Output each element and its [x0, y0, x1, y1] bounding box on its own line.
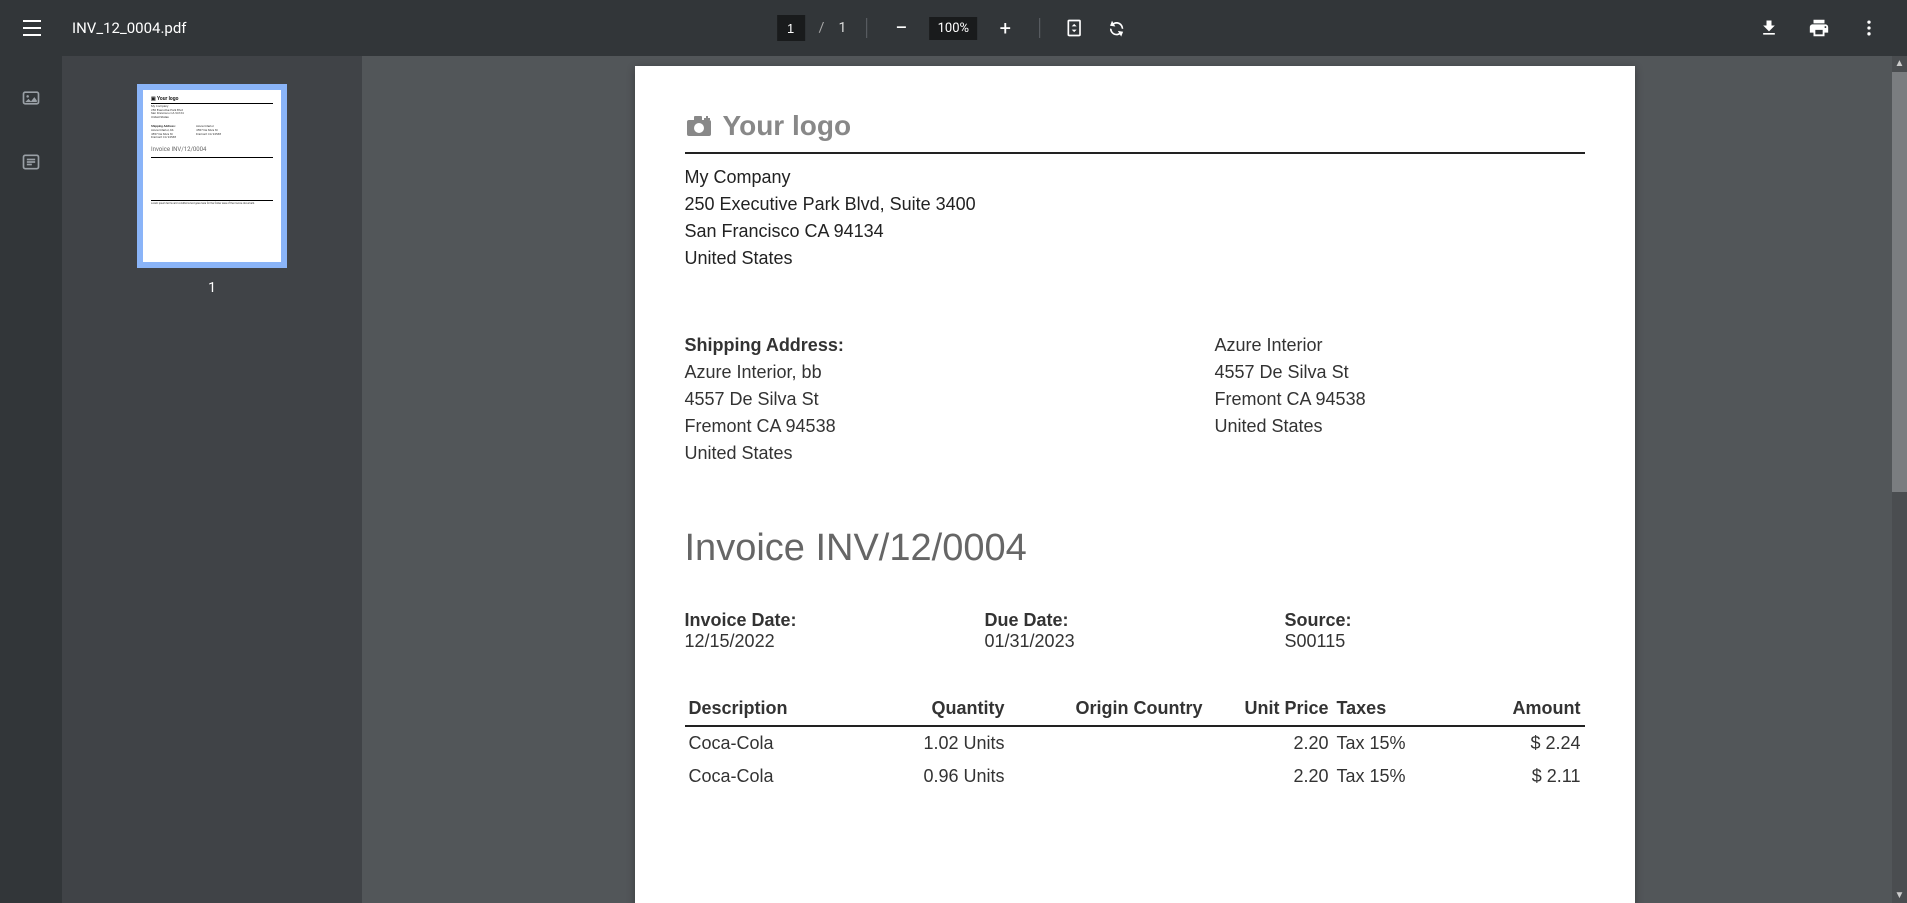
billing-city: Fremont CA 94538 [1215, 386, 1585, 413]
pdf-toolbar: INV_12_0004.pdf / 1 − 100% + [0, 0, 1907, 56]
scrollbar-thumb[interactable] [1892, 72, 1907, 492]
shipping-address-block: Shipping Address: Azure Interior, bb 455… [685, 332, 1215, 467]
page-separator: / [819, 20, 825, 36]
source-value: S00115 [1285, 631, 1585, 652]
shipping-label: Shipping Address: [685, 332, 1215, 359]
filename-label: INV_12_0004.pdf [72, 19, 187, 37]
fit-page-button[interactable] [1060, 14, 1088, 42]
outline-icon[interactable] [19, 150, 43, 174]
source-label: Source: [1285, 610, 1585, 631]
zoom-level[interactable]: 100% [929, 17, 977, 40]
table-row: Coca-Cola 1.02 Units 2.20 Tax 15% $ 2.24 [685, 726, 1585, 760]
cell-amount: $ 2.24 [1441, 726, 1585, 760]
cell-origin [1009, 726, 1207, 760]
company-city: San Francisco CA 94134 [685, 218, 1585, 245]
cell-amount: $ 2.11 [1441, 760, 1585, 793]
invoice-date-block: Invoice Date: 12/15/2022 [685, 610, 985, 652]
due-date-block: Due Date: 01/31/2023 [985, 610, 1285, 652]
document-page: Your logo My Company 250 Executive Park … [635, 66, 1635, 903]
line-items-table: Description Quantity Origin Country Unit… [685, 692, 1585, 793]
due-date-label: Due Date: [985, 610, 1285, 631]
zoom-in-button[interactable]: + [991, 14, 1019, 42]
toolbar-divider [1039, 18, 1040, 38]
page-viewport[interactable]: Your logo My Company 250 Executive Park … [362, 56, 1907, 903]
thumbnail-panel: ▣ Your logo My Company250 Executive Park… [62, 56, 362, 903]
source-block: Source: S00115 [1285, 610, 1585, 652]
table-row: Coca-Cola 0.96 Units 2.20 Tax 15% $ 2.11 [685, 760, 1585, 793]
shipping-country: United States [685, 440, 1215, 467]
company-country: United States [685, 245, 1585, 272]
company-name: My Company [685, 164, 1585, 191]
billing-name: Azure Interior [1215, 332, 1585, 359]
company-address: My Company 250 Executive Park Blvd, Suit… [685, 164, 1585, 272]
cell-origin [1009, 760, 1207, 793]
company-street: 250 Executive Park Blvd, Suite 3400 [685, 191, 1585, 218]
invoice-date-value: 12/15/2022 [685, 631, 985, 652]
cell-taxes: Tax 15% [1333, 726, 1441, 760]
menu-icon[interactable] [20, 16, 44, 40]
sidebar [0, 56, 62, 903]
scroll-down-arrow[interactable]: ▼ [1892, 888, 1907, 903]
cell-unit-price: 2.20 [1207, 726, 1333, 760]
logo-text: Your logo [723, 110, 852, 142]
shipping-name: Azure Interior, bb [685, 359, 1215, 386]
col-amount: Amount [1441, 692, 1585, 726]
cell-quantity: 0.96 Units [883, 760, 1009, 793]
col-unit-price: Unit Price [1207, 692, 1333, 726]
invoice-title: Invoice INV/12/0004 [685, 527, 1585, 570]
camera-icon [685, 114, 713, 138]
scroll-up-arrow[interactable]: ▲ [1892, 56, 1907, 71]
download-button[interactable] [1755, 14, 1783, 42]
rotate-button[interactable] [1102, 14, 1130, 42]
zoom-out-button[interactable]: − [887, 14, 915, 42]
billing-address-block: Azure Interior 4557 De Silva St Fremont … [1215, 332, 1585, 467]
header-rule [685, 152, 1585, 154]
billing-street: 4557 De Silva St [1215, 359, 1585, 386]
invoice-date-label: Invoice Date: [685, 610, 985, 631]
page-total: 1 [838, 20, 846, 36]
thumbnails-icon[interactable] [19, 86, 43, 110]
more-menu-button[interactable] [1855, 14, 1883, 42]
cell-quantity: 1.02 Units [883, 726, 1009, 760]
col-taxes: Taxes [1333, 692, 1441, 726]
toolbar-divider [866, 18, 867, 38]
shipping-street: 4557 De Silva St [685, 386, 1215, 413]
shipping-city: Fremont CA 94538 [685, 413, 1215, 440]
thumbnail-number: 1 [208, 280, 216, 296]
col-origin: Origin Country [1009, 692, 1207, 726]
cell-description: Coca-Cola [685, 726, 883, 760]
page-number-input[interactable] [777, 15, 805, 41]
billing-country: United States [1215, 413, 1585, 440]
due-date-value: 01/31/2023 [985, 631, 1285, 652]
logo-placeholder: Your logo [685, 106, 1585, 146]
col-description: Description [685, 692, 883, 726]
cell-description: Coca-Cola [685, 760, 883, 793]
page-thumbnail[interactable]: ▣ Your logo My Company250 Executive Park… [137, 84, 287, 268]
cell-taxes: Tax 15% [1333, 760, 1441, 793]
cell-unit-price: 2.20 [1207, 760, 1333, 793]
col-quantity: Quantity [883, 692, 1009, 726]
print-button[interactable] [1805, 14, 1833, 42]
